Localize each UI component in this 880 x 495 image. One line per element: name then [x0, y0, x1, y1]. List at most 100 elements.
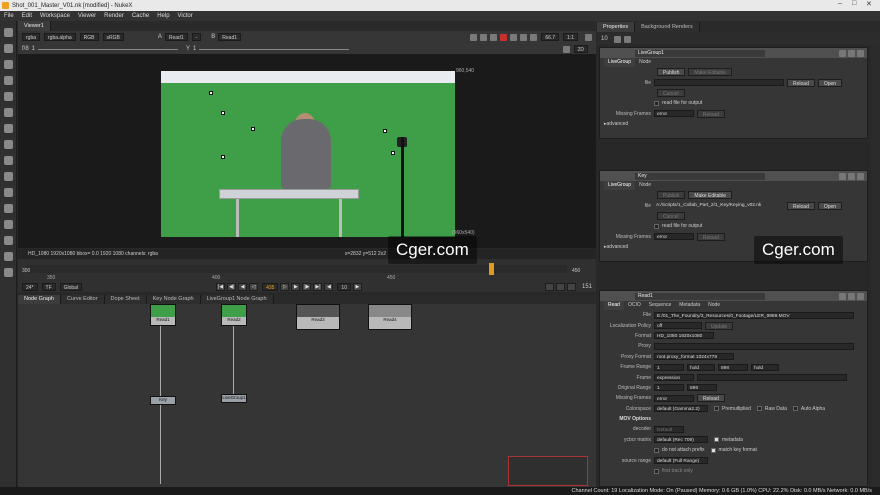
channel-dropdown[interactable]: rgba.alpha — [44, 33, 76, 41]
tab-dope-sheet[interactable]: Dope Sheet — [104, 295, 147, 304]
gamma-slider[interactable] — [199, 48, 350, 50]
layer-dropdown[interactable]: rgba — [22, 33, 41, 41]
missing-frames-dropdown[interactable]: error — [654, 110, 694, 118]
input-b-dropdown[interactable]: Read1 — [218, 33, 242, 41]
channel-icon[interactable] — [3, 76, 13, 85]
fstop-value[interactable]: f/8 — [22, 46, 29, 52]
tab-metadata[interactable]: Metadata — [675, 301, 704, 310]
last-frame-field[interactable]: 898 — [718, 363, 748, 371]
next-key-button[interactable]: |▶ — [302, 282, 312, 291]
toolsets-icon[interactable] — [3, 252, 13, 261]
menu-cache[interactable]: Cache — [128, 11, 153, 21]
step-forward-button[interactable]: ▶ — [352, 282, 362, 291]
lock-range-icon[interactable] — [555, 282, 565, 291]
keyer-icon[interactable] — [3, 124, 13, 133]
gain-slider[interactable] — [38, 48, 179, 50]
missing-frames-dropdown[interactable]: error — [654, 233, 694, 241]
next-frame-button[interactable]: ▶ — [291, 282, 301, 291]
publish-button[interactable]: Publish — [657, 68, 686, 77]
loop-icon[interactable] — [566, 282, 576, 291]
premultiplied-checkbox[interactable] — [714, 406, 719, 412]
tab-livegroup[interactable]: LiveGroup — [604, 58, 636, 67]
minimize-icon[interactable]: – — [838, 0, 842, 7]
panel-name-field[interactable]: Read1 — [635, 292, 765, 300]
pointer-icon[interactable] — [3, 28, 13, 37]
other-icon[interactable] — [3, 268, 13, 277]
tab-livegroup[interactable]: LiveGroup — [604, 181, 636, 190]
tab-curve-editor[interactable]: Curve Editor — [60, 295, 105, 304]
tab-viewer1[interactable]: Viewer1 — [18, 21, 51, 31]
clip-warning-icon[interactable] — [480, 33, 488, 41]
reload2-button[interactable]: Reload — [697, 109, 725, 118]
node-read2[interactable]: Read2 — [221, 304, 247, 326]
publish-button[interactable]: Publish — [657, 191, 686, 200]
filter-icon[interactable] — [3, 108, 13, 117]
after-dropdown[interactable]: hold — [751, 363, 779, 371]
tab-node[interactable]: Node — [635, 58, 655, 67]
source-range-dropdown[interactable]: default (Full Range) — [654, 457, 708, 465]
view-mode-icon[interactable] — [562, 45, 570, 53]
tab-node[interactable]: Node — [635, 181, 655, 190]
lock-panels-icon[interactable] — [613, 35, 621, 43]
particles-icon[interactable] — [3, 188, 13, 197]
play-back-button[interactable]: ◁ — [249, 282, 259, 291]
reload-button[interactable]: Reload — [697, 394, 725, 403]
node-read4[interactable]: Read4 — [368, 304, 412, 330]
proxy-field[interactable] — [654, 342, 854, 350]
raw-data-checkbox[interactable] — [756, 406, 762, 412]
close-panel-icon[interactable] — [857, 292, 864, 300]
node-read1[interactable]: Read1 — [150, 304, 176, 326]
reload-button[interactable]: Reload — [787, 78, 815, 87]
first-track-checkbox[interactable] — [654, 468, 659, 474]
make-editable-button[interactable]: Make Editable — [688, 191, 733, 200]
cancel-button[interactable]: Cancel — [657, 211, 685, 220]
menu-edit[interactable]: Edit — [18, 11, 36, 21]
frame-expression-field[interactable] — [697, 374, 847, 382]
proxy-format-dropdown[interactable]: root.proxy_format 1024x778 — [654, 353, 734, 361]
open-button[interactable]: Open — [817, 78, 843, 87]
file-field[interactable]: A:/Scripts/1_Collab_Part_2/1_Key/Keying_… — [654, 202, 784, 209]
node-livegroup1[interactable]: LiveGroup1 — [221, 394, 247, 403]
play-forward-button[interactable]: ▷ — [280, 282, 290, 291]
panel-name-field[interactable]: LiveGroup1 — [635, 49, 765, 57]
orig-first-field[interactable]: 1 — [654, 384, 684, 392]
close-icon[interactable]: ✕ — [866, 0, 872, 8]
help-icon[interactable] — [839, 292, 846, 300]
decoder-dropdown[interactable]: Default — [654, 425, 684, 433]
first-frame-field[interactable]: 1 — [654, 363, 684, 371]
localization-dropdown[interactable]: off — [654, 322, 702, 330]
draw-icon[interactable] — [3, 44, 13, 53]
close-panel-icon[interactable] — [857, 172, 864, 180]
float-icon[interactable] — [848, 49, 855, 57]
current-frame-field[interactable]: 435 — [262, 282, 279, 291]
merge-icon[interactable] — [3, 140, 13, 149]
help-icon[interactable] — [839, 49, 846, 57]
prev-key-button[interactable]: ◀| — [227, 282, 237, 291]
tab-livegroup1-node-graph[interactable]: LiveGroup1 Node Graph — [200, 295, 274, 304]
help-icon[interactable] — [839, 172, 846, 180]
refresh-icon[interactable] — [510, 33, 518, 41]
read-file-checkbox[interactable] — [654, 100, 659, 106]
roi-icon[interactable] — [470, 33, 478, 41]
tab-sequence[interactable]: Sequence — [645, 301, 676, 310]
zoom-dropdown[interactable]: 66.7 — [541, 33, 560, 41]
compare-op-dropdown[interactable]: - — [191, 33, 202, 41]
menu-file[interactable]: File — [0, 11, 18, 21]
file-field[interactable] — [654, 79, 784, 87]
menu-victor[interactable]: Victor — [174, 11, 197, 21]
lut-dropdown[interactable]: sRGB — [102, 33, 124, 41]
close-panel-icon[interactable] — [857, 49, 864, 57]
time-icon[interactable] — [3, 60, 13, 69]
before-dropdown[interactable]: hold — [687, 363, 715, 371]
cache-icon[interactable] — [544, 282, 554, 291]
ycbcr-dropdown[interactable]: default (Rec 709) — [654, 436, 708, 444]
input-a-dropdown[interactable]: Read1 — [164, 33, 188, 41]
orig-last-field[interactable]: 898 — [687, 384, 717, 392]
metadata-icon[interactable] — [3, 236, 13, 245]
3d-icon[interactable] — [3, 172, 13, 181]
format-dropdown[interactable]: HD_1080 1920x1080 — [654, 332, 714, 340]
deep-icon[interactable] — [3, 204, 13, 213]
step-back-button[interactable]: ◀ — [324, 282, 334, 291]
menu-workspace[interactable]: Workspace — [36, 11, 74, 21]
node-key[interactable]: Key — [150, 396, 176, 405]
